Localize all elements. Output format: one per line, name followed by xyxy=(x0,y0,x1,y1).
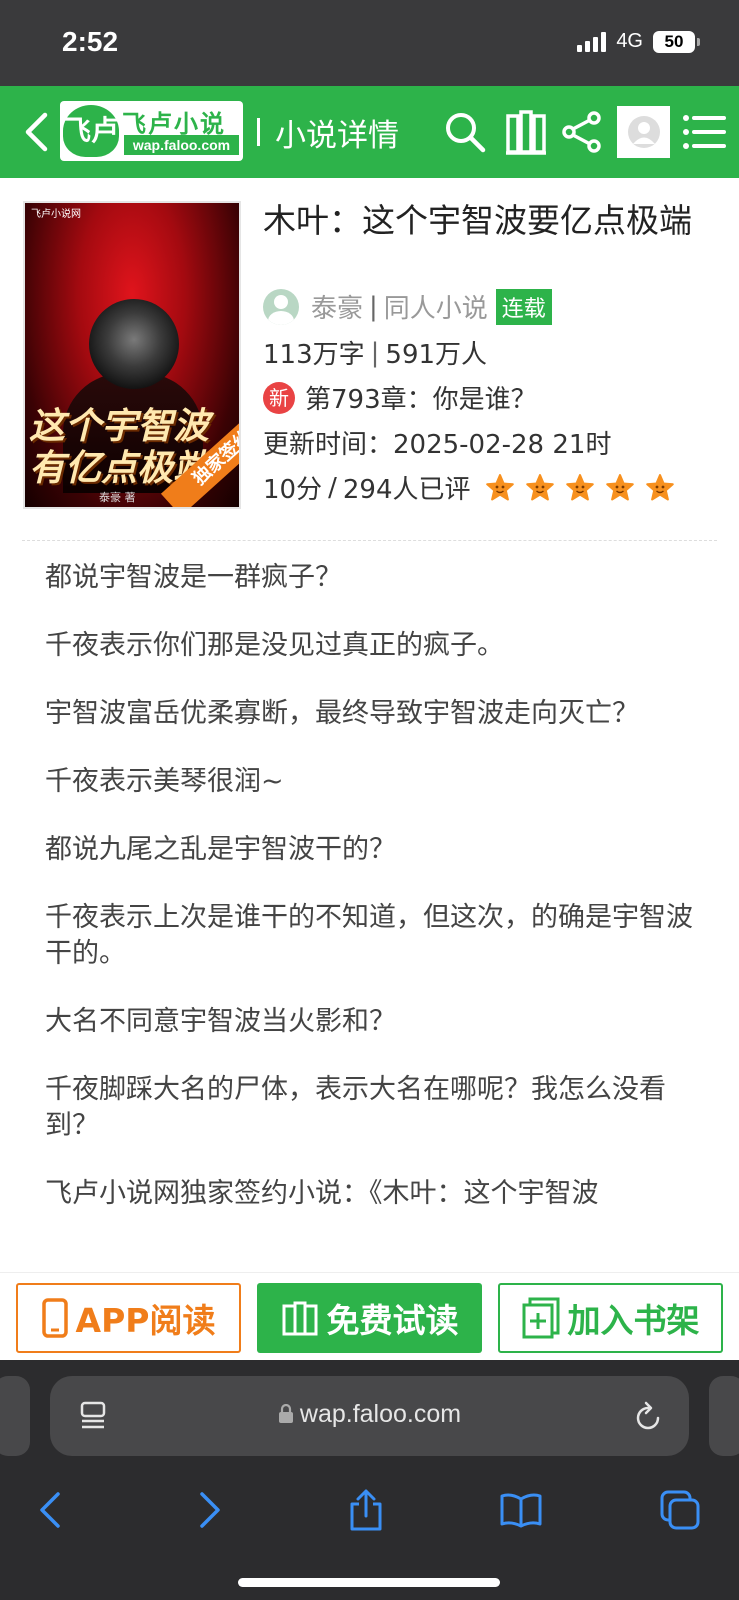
reload-icon[interactable] xyxy=(633,1400,663,1432)
share-button[interactable] xyxy=(558,108,606,156)
user-avatar-icon xyxy=(627,116,660,148)
latest-chapter-row[interactable]: 新 第793章：你是谁？ xyxy=(263,379,537,416)
intro-paragraph: 千夜脚踩大名的尸体，表示大名在哪呢？我怎么没看到？ xyxy=(45,1074,666,1141)
rating-count: 294人已评 xyxy=(342,475,471,505)
update-time-row: 更新时间：2025-02-28 21时 xyxy=(263,424,611,461)
book-cover[interactable]: 飞卢小说网 这个宇智波有亿点极端 泰豪 著 独家签约 xyxy=(23,201,241,509)
search-icon xyxy=(446,113,486,153)
faloo-logo[interactable]: 飞卢 飞卢小说 wap.faloo.com xyxy=(60,101,243,161)
word-count: 113万字 xyxy=(263,340,365,370)
menu-icon xyxy=(683,115,726,149)
new-badge: 新 xyxy=(263,381,295,414)
share-up-icon xyxy=(350,1489,382,1531)
score: 10分 xyxy=(263,475,323,505)
prev-tab-peek[interactable] xyxy=(0,1376,30,1456)
logo-url: wap.faloo.com xyxy=(124,135,239,155)
browser-back-button[interactable] xyxy=(20,1480,80,1540)
intro-paragraph: 都说宇智波是一群疯子？ xyxy=(45,562,342,593)
cover-site-label: 飞卢小说网 xyxy=(31,209,81,220)
share-icon xyxy=(562,111,601,153)
browser-forward-button[interactable] xyxy=(180,1480,240,1540)
address-bar[interactable]: wap.faloo.com xyxy=(50,1376,689,1456)
chevron-right-icon xyxy=(200,1492,220,1528)
intro-paragraph: 都说九尾之乱是宇智波干的？ xyxy=(45,834,396,865)
star-icon xyxy=(645,473,674,500)
phone-icon xyxy=(41,1298,68,1338)
bookshelf-icon xyxy=(506,110,546,155)
next-tab-peek[interactable] xyxy=(709,1376,739,1456)
free-read-label: 免费试读 xyxy=(326,1301,459,1340)
browser-address-area: wap.faloo.com xyxy=(0,1360,739,1460)
bookmarks-button[interactable] xyxy=(491,1480,551,1540)
url-text: wap.faloo.com xyxy=(299,1400,462,1428)
bookshelf-button[interactable] xyxy=(502,108,550,156)
open-book-icon xyxy=(282,1301,317,1336)
intro-paragraph: 千夜表示美琴很润~ xyxy=(45,766,284,797)
intro-paragraph: 千夜表示上次是谁干的不知道，但这次，的确是宇智波干的。 xyxy=(45,902,693,969)
menu-button[interactable] xyxy=(680,108,728,156)
slash-separator: / xyxy=(328,472,337,503)
cover-author: 泰豪 著 xyxy=(99,491,136,504)
separator: | xyxy=(369,291,378,322)
page-title: 小说详情 xyxy=(275,118,399,154)
reader-count: 591万人 xyxy=(385,340,488,370)
intro-paragraph: 大名不同意宇智波当火影和？ xyxy=(45,1006,396,1037)
app-header: 飞卢 飞卢小说 wap.faloo.com 小说详情 xyxy=(0,86,739,178)
add-to-shelf-button[interactable]: 加入书架 xyxy=(498,1283,723,1353)
action-bar: APP阅读 免费试读 加入书架 xyxy=(0,1272,739,1360)
divider xyxy=(22,540,717,541)
star-icon xyxy=(485,473,514,500)
star-icon xyxy=(525,473,554,500)
search-button[interactable] xyxy=(441,108,489,156)
book-intro: 都说宇智波是一群疯子？ 千夜表示你们那是没见过真正的疯子。 宇智波富岳优柔寡断，… xyxy=(45,560,695,1244)
add-book-icon xyxy=(522,1297,559,1339)
stats-row: 113万字 | 591万人 xyxy=(263,334,487,371)
star-icon xyxy=(565,473,594,500)
rating-row: 10分 / 294人已评 xyxy=(263,469,675,506)
star-icon xyxy=(605,473,634,500)
intro-paragraph: 飞卢小说网独家签约小说：《木叶：这个宇智波 xyxy=(45,1178,599,1209)
rating-stars xyxy=(485,473,675,503)
header-divider xyxy=(257,118,260,146)
user-avatar-button[interactable] xyxy=(617,106,670,158)
network-type: 4G xyxy=(616,30,643,52)
back-icon xyxy=(25,112,48,152)
book-title: 木叶：这个宇智波要亿点极端 xyxy=(263,201,692,240)
intro-paragraph: 千夜表示你们那是没见过真正的疯子。 xyxy=(45,630,504,661)
separator: | xyxy=(370,337,380,368)
genre-link[interactable]: 同人小说 xyxy=(384,288,488,325)
app-read-button[interactable]: APP阅读 xyxy=(16,1283,241,1353)
status-indicators: 4G 50 xyxy=(577,30,700,53)
app-read-label: APP阅读 xyxy=(75,1301,216,1340)
battery-icon: 50 xyxy=(653,30,700,53)
author-row: 泰豪 | 同人小说 连载 xyxy=(263,288,552,325)
cover-figure-mask xyxy=(89,299,179,389)
home-indicator xyxy=(238,1578,500,1587)
logo-title: 飞卢小说 xyxy=(122,110,226,138)
browser-toolbar xyxy=(0,1460,739,1600)
status-bar: 2:52 4G 50 xyxy=(0,0,739,86)
share-sheet-button[interactable] xyxy=(336,1480,396,1540)
intro-paragraph: 宇智波富岳优柔寡断，最终导致宇智波走向灭亡？ xyxy=(45,698,639,729)
lock-icon xyxy=(278,1403,293,1423)
chevron-left-icon xyxy=(40,1492,60,1528)
logo-mark: 飞卢 xyxy=(63,105,119,157)
status-badge: 连载 xyxy=(495,288,552,325)
add-shelf-label: 加入书架 xyxy=(567,1301,700,1340)
book-icon xyxy=(500,1493,542,1528)
back-button[interactable] xyxy=(14,106,58,158)
author-link[interactable]: 泰豪 xyxy=(311,288,363,325)
latest-chapter-link[interactable]: 第793章：你是谁？ xyxy=(305,379,537,416)
author-avatar-icon xyxy=(263,288,299,325)
signal-icon xyxy=(577,31,607,52)
tabs-button[interactable] xyxy=(650,1480,710,1540)
status-time: 2:52 xyxy=(62,26,119,57)
update-time: 更新时间：2025-02-28 21时 xyxy=(263,430,612,460)
tabs-icon xyxy=(660,1490,700,1530)
url-display[interactable]: wap.faloo.com xyxy=(50,1400,689,1429)
free-read-button[interactable]: 免费试读 xyxy=(257,1283,482,1353)
